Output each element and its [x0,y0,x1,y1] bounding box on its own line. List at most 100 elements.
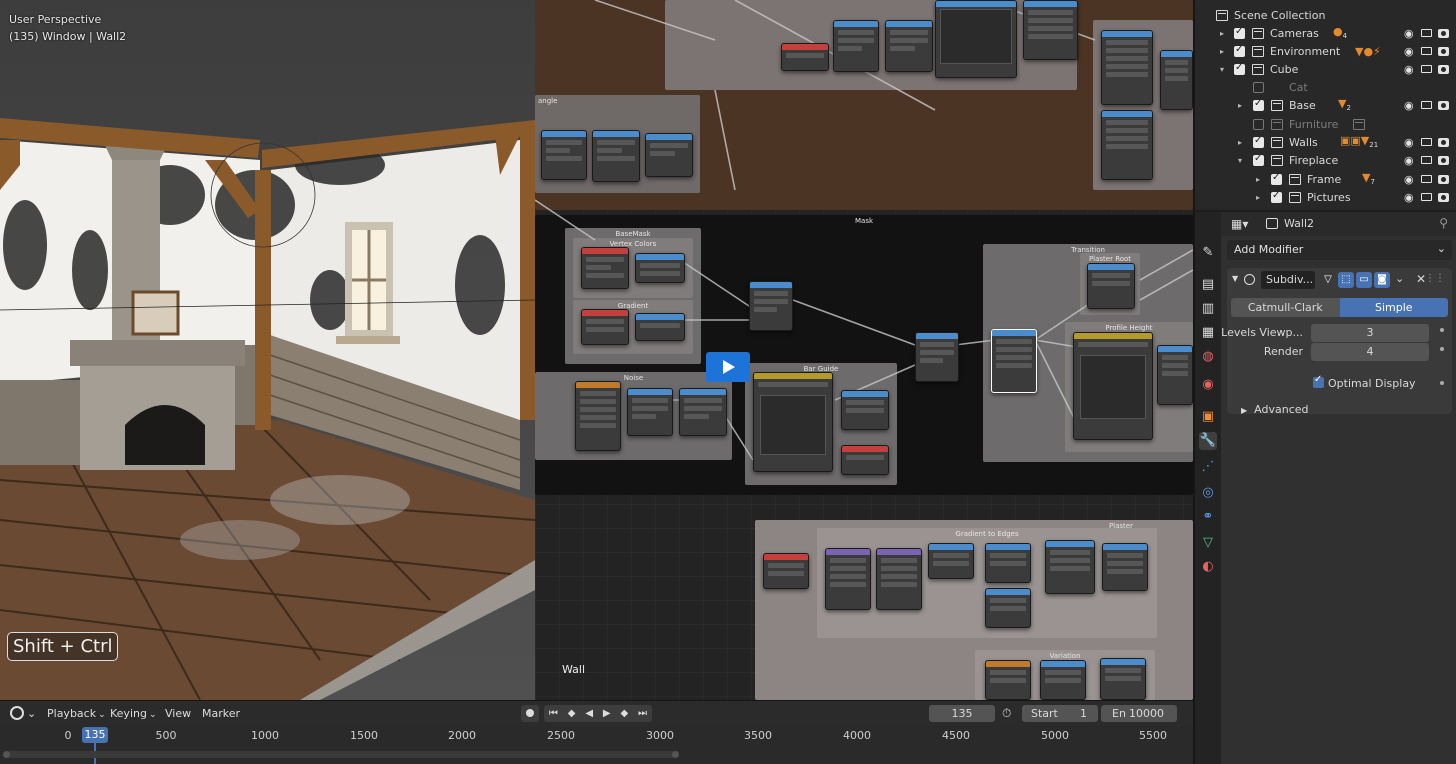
collapse-arrow-icon[interactable]: ▾ [1217,65,1227,74]
node[interactable] [1101,30,1153,105]
outliner-row-pictures[interactable]: ▸ Pictures ◉ [1195,188,1456,206]
outliner-row-cat[interactable]: Cat [1195,78,1456,96]
node[interactable] [915,332,959,382]
modifier-tab-icon[interactable]: 🔧 [1199,432,1217,450]
outliner-row-scene-collection[interactable]: Scene Collection [1195,6,1456,24]
output-tab-icon[interactable]: ▥ [1199,300,1217,318]
node[interactable] [781,43,829,71]
viewport-disable-icon[interactable] [1421,29,1432,37]
exclude-checkbox[interactable] [1253,81,1264,93]
menu-keying[interactable]: Keying ⌄ [110,707,157,720]
node[interactable] [1100,658,1146,700]
expand-arrow-icon[interactable]: ▸ [1253,175,1263,184]
timeline-ruler[interactable]: 0 500 1000 1500 2000 2500 3000 3500 4000… [0,727,1193,746]
node[interactable] [1040,660,1086,700]
outliner-row-base[interactable]: ▸ Base ▼2 ◉ [1195,96,1456,114]
node[interactable] [985,660,1031,700]
viewport-disable-icon[interactable] [1421,175,1432,183]
outliner-row-frame[interactable]: ▸ Frame ▼7 ◉ [1195,170,1456,188]
render-camera-icon[interactable] [1438,174,1449,184]
expand-arrow-icon[interactable]: ▸ [1217,29,1227,38]
visibility-eye-icon[interactable]: ◉ [1404,45,1414,58]
play-reverse-icon[interactable]: ◀ [585,708,593,719]
mode-catmull-clark[interactable]: Catmull-Clark [1231,298,1340,317]
scene-tab-icon[interactable]: ◍ [1199,348,1217,366]
timeline-scrollbar[interactable] [3,751,679,758]
node[interactable] [575,381,621,451]
exclude-checkbox[interactable] [1253,118,1264,130]
expand-arrow-icon[interactable]: ▸ [1235,138,1245,147]
node[interactable] [1102,543,1148,591]
render-camera-icon[interactable] [1438,100,1449,110]
node[interactable] [1101,110,1153,180]
node[interactable] [645,133,693,177]
view-layer-tab-icon[interactable]: ▦ [1199,324,1217,342]
constraints-tab-icon[interactable]: ⚭ [1199,508,1217,526]
node[interactable] [1087,263,1135,309]
exclude-checkbox[interactable] [1234,26,1245,39]
visibility-eye-icon[interactable]: ◉ [1404,99,1414,112]
edit-mode-toggle-icon[interactable]: ▽ [1320,272,1336,288]
playhead[interactable]: 135 [82,727,108,743]
chevron-down-icon[interactable]: ⌄ [1395,272,1404,285]
mode-simple[interactable]: Simple [1339,298,1448,317]
node[interactable] [841,445,889,475]
collapse-arrow-icon[interactable]: ▾ [1235,156,1245,165]
node[interactable] [935,0,1017,78]
keyframe-dot-icon[interactable] [1440,328,1444,332]
advanced-subpanel-header[interactable]: ▶ Advanced [1241,403,1309,416]
editor-type-icon[interactable]: ▦▾ [1231,217,1248,231]
render-camera-icon[interactable] [1438,28,1449,38]
cage-toggle-icon[interactable]: ⬚ [1338,272,1354,288]
menu-marker[interactable]: Marker [202,707,240,720]
data-tab-icon[interactable]: ▽ [1199,534,1217,552]
node[interactable] [581,309,629,345]
viewport-disable-icon[interactable] [1421,156,1432,164]
pin-icon[interactable]: ⚲ [1439,216,1448,230]
outliner-row-fireplace[interactable]: ▾ Fireplace ◉ [1195,151,1456,169]
node[interactable] [841,390,889,430]
node[interactable] [541,130,587,180]
viewport-disable-icon[interactable] [1421,47,1432,55]
exclude-checkbox[interactable] [1253,153,1264,166]
render-levels-field[interactable]: 4 [1311,343,1429,361]
visibility-eye-icon[interactable]: ◉ [1404,63,1414,76]
frame-start-field[interactable]: Start 1 [1022,705,1098,722]
exclude-checkbox[interactable] [1234,44,1245,57]
render-camera-icon[interactable] [1438,64,1449,74]
frame-end-field[interactable]: En 10000 [1101,705,1177,722]
node[interactable] [825,548,871,610]
viewport-disable-icon[interactable] [1421,138,1432,146]
node[interactable] [876,548,922,610]
visibility-eye-icon[interactable]: ◉ [1404,136,1414,149]
outliner[interactable]: Scene Collection ▸ Cameras ●4 ◉ ▸ Enviro… [1194,0,1456,210]
render-camera-icon[interactable] [1438,192,1449,202]
node[interactable] [1023,0,1078,60]
clock-icon[interactable] [10,706,24,720]
outliner-row-environment[interactable]: ▸ Environment ▼●⚡ ◉ [1195,42,1456,60]
node[interactable] [985,588,1031,628]
video-play-button[interactable] [706,352,750,382]
outliner-row-cube[interactable]: ▾ Cube ◉ [1195,60,1456,78]
node[interactable] [627,388,673,436]
menu-playback[interactable]: Playback ⌄ [47,707,106,720]
exclude-checkbox[interactable] [1271,190,1282,203]
render-camera-icon[interactable] [1438,46,1449,56]
optimal-display-checkbox[interactable]: Optimal Display [1313,374,1416,390]
jump-start-icon[interactable]: ⏮ [549,708,558,719]
3d-viewport[interactable]: User Perspective (135) Window | Wall2 Sh… [0,0,535,700]
node[interactable] [1160,50,1193,110]
node[interactable] [985,543,1031,583]
render-camera-icon[interactable] [1438,137,1449,147]
add-modifier-button[interactable]: Add Modifier ⌄ [1227,240,1452,260]
viewport-disable-icon[interactable] [1421,101,1432,109]
visibility-eye-icon[interactable]: ◉ [1404,191,1414,204]
render-camera-icon[interactable] [1438,155,1449,165]
node[interactable] [749,281,793,331]
visibility-eye-icon[interactable]: ◉ [1404,154,1414,167]
expand-arrow-icon[interactable]: ▸ [1235,101,1245,110]
expand-arrow-icon[interactable]: ▸ [1217,47,1227,56]
node[interactable] [928,543,974,579]
exclude-checkbox[interactable] [1234,62,1245,75]
tool-tab-icon[interactable]: ✎ [1199,244,1217,262]
